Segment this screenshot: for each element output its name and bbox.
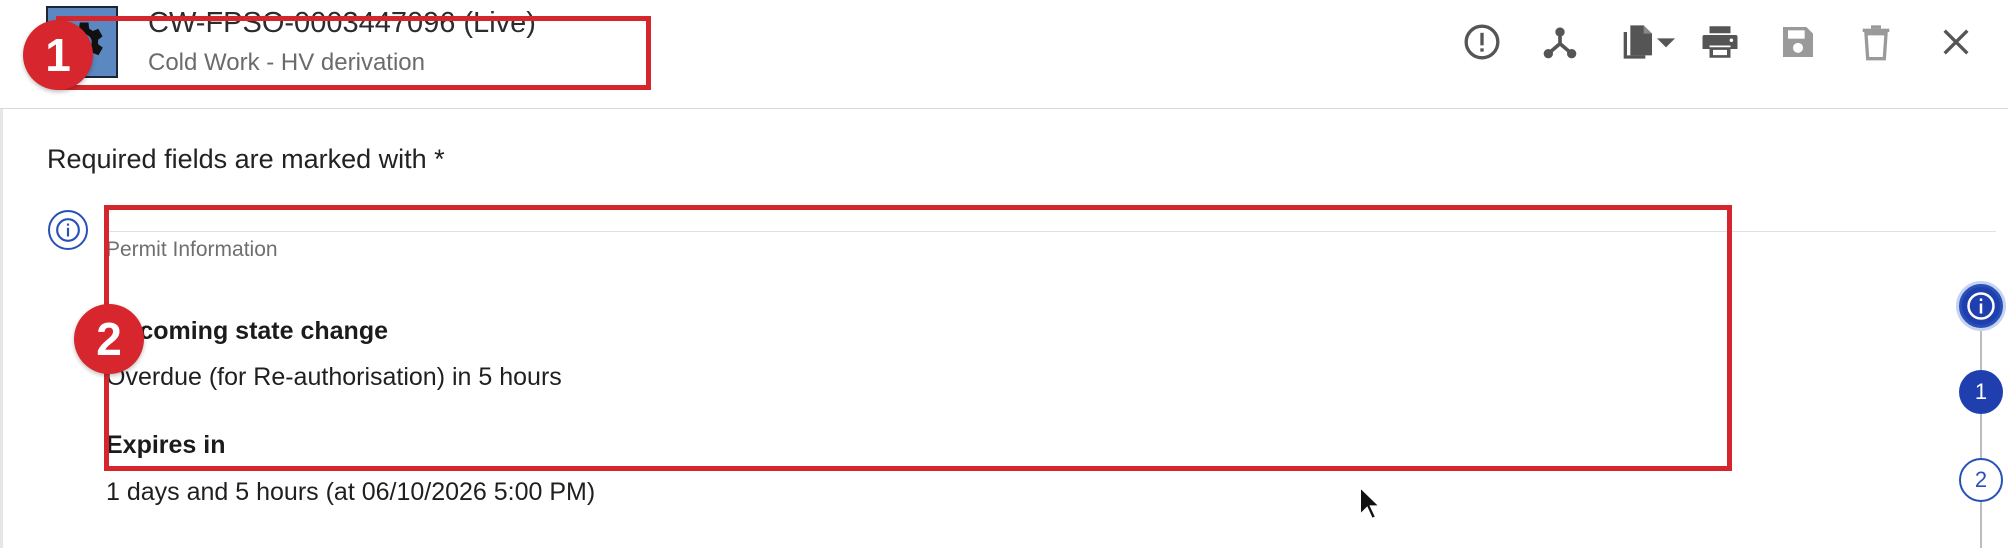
delete-icon xyxy=(1862,25,1890,61)
copy-button[interactable] xyxy=(1612,18,1680,66)
print-button[interactable] xyxy=(1696,18,1744,66)
print-icon xyxy=(1702,26,1738,58)
cursor-arrow-icon xyxy=(1359,484,1383,521)
close-button[interactable] xyxy=(1932,18,1980,66)
delete-button[interactable] xyxy=(1852,18,1900,66)
info-icon xyxy=(56,218,80,242)
annotation-badge-2: 2 xyxy=(74,304,144,374)
expires-in-value: 1 days and 5 hours (at 06/10/2026 5:00 P… xyxy=(106,478,596,506)
permit-header: CW-FPSO-0003447096 (Live) Cold Work - HV… xyxy=(0,0,2008,109)
workflow-button[interactable] xyxy=(1536,18,1584,66)
workflow-icon xyxy=(1543,27,1577,59)
info-icon xyxy=(1967,292,1995,320)
upcoming-state-change-label: Upcoming state change xyxy=(106,317,388,345)
expires-in-label: Expires in xyxy=(106,431,226,459)
save-icon xyxy=(1783,27,1813,57)
stepper-step-2[interactable]: 2 xyxy=(1959,458,2003,502)
alert-circle-icon xyxy=(1464,24,1500,60)
copy-document-icon xyxy=(1623,25,1652,59)
required-fields-note: Required fields are marked with * xyxy=(47,144,445,174)
alert-button[interactable] xyxy=(1458,18,1506,66)
page-title: CW-FPSO-0003447096 (Live) xyxy=(148,7,536,39)
stepper-step-1[interactable]: 1 xyxy=(1959,370,2003,414)
section-divider xyxy=(106,231,1996,232)
close-icon xyxy=(1943,29,1969,55)
stepper-info-step[interactable] xyxy=(1959,284,2003,328)
save-button[interactable] xyxy=(1774,18,1822,66)
dropdown-caret-icon xyxy=(1657,38,1675,48)
annotation-badge-1: 1 xyxy=(23,20,93,90)
section-title: Permit Information xyxy=(106,238,278,261)
stepper-line xyxy=(1980,300,1982,548)
upcoming-state-change-value: Overdue (for Re-authorisation) in 5 hour… xyxy=(106,363,562,391)
section-info-button[interactable] xyxy=(48,210,88,250)
page-subtitle: Cold Work - HV derivation xyxy=(148,49,425,76)
mouse-cursor xyxy=(1358,484,1383,526)
